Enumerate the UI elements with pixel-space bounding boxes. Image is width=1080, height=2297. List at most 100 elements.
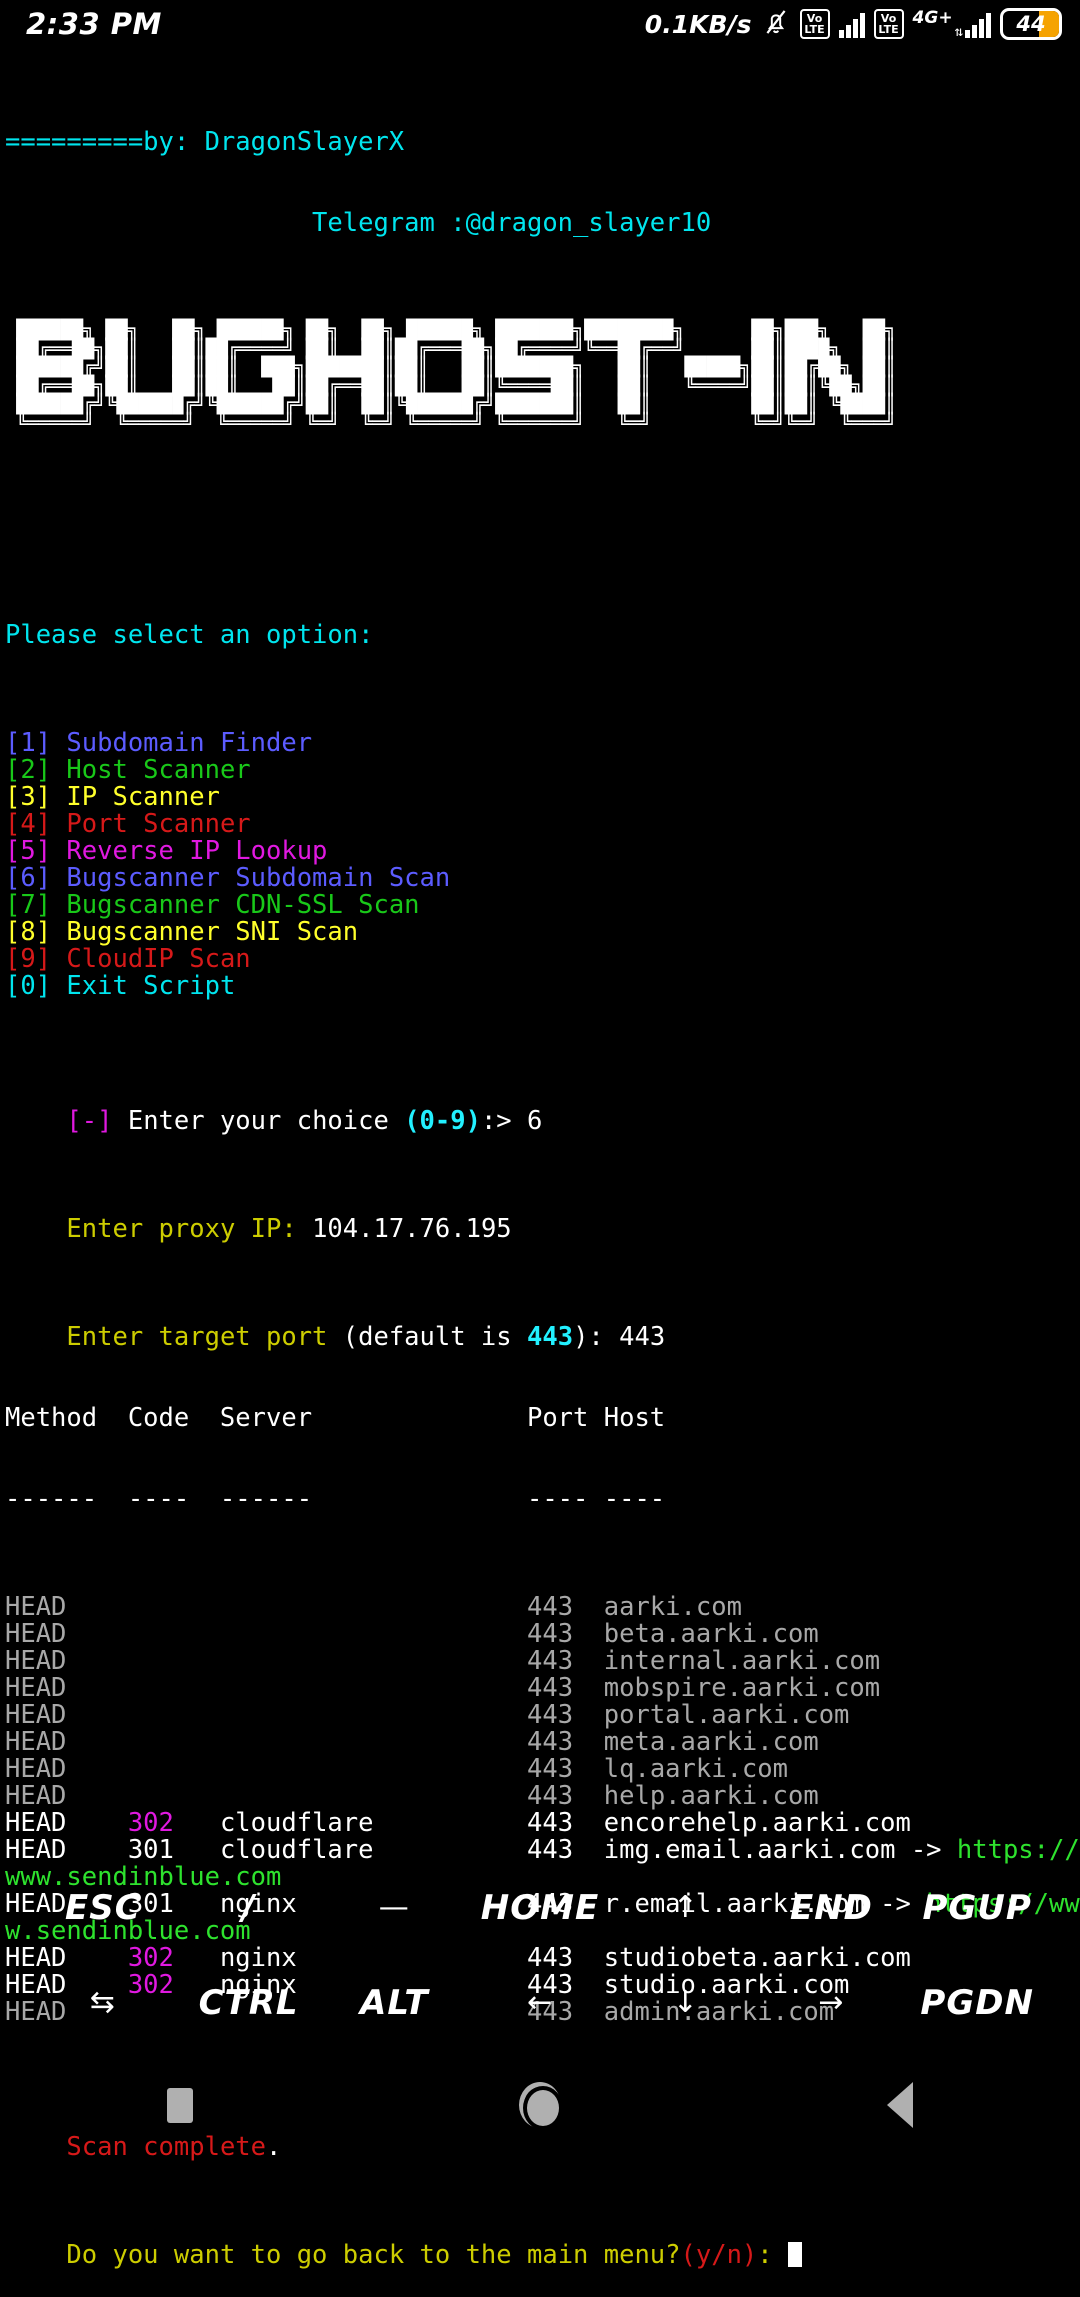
key-slash[interactable]: /	[176, 1888, 322, 1928]
menu-option-label: Bugscanner CDN-SSL Scan	[51, 890, 419, 920]
menu-option-4[interactable]: [4] Port Scanner	[5, 811, 1080, 838]
menu-option-key: [1]	[5, 728, 51, 758]
battery-indicator: 44	[1000, 8, 1062, 40]
status-bar: 2:33 PM 0.1KB/s VoLTE VoLTE VoLTE 4G+ ⇅ …	[0, 0, 1080, 48]
row-method: HEAD	[5, 1619, 128, 1649]
data-arrows-icon: ⇅	[955, 26, 963, 38]
key-down[interactable]: ↓	[613, 1985, 759, 2020]
recents-button[interactable]	[2, 2088, 358, 2123]
row-method: HEAD	[5, 1781, 128, 1811]
home-circle-icon[interactable]	[519, 2082, 561, 2128]
key-right[interactable]: →	[759, 1985, 905, 2020]
key-alt[interactable]: ALT	[321, 1983, 467, 2023]
row-method: HEAD	[5, 1700, 128, 1730]
menu-option-6[interactable]: [6] Bugscanner Subdomain Scan	[5, 865, 1080, 892]
extra-keys-row-1[interactable]: ESC/—HOME↑ENDPGUP	[0, 1860, 1080, 1955]
menu-option-label: Exit Script	[51, 971, 235, 1001]
menu-option-9[interactable]: [9] CloudIP Scan	[5, 946, 1080, 973]
menu-option-label: Bugscanner SNI Scan	[51, 917, 358, 947]
recents-square-icon[interactable]	[167, 2088, 193, 2123]
key-ctrl[interactable]: CTRL	[176, 1983, 322, 2023]
terminal-output[interactable]: =========by: DragonSlayerX Telegram :@dr…	[0, 48, 1080, 1818]
table-row: HEAD 443 mobspire.aarki.com	[5, 1675, 1080, 1702]
row-method: HEAD	[5, 1673, 128, 1703]
row-code: 302	[128, 1808, 220, 1838]
bell-muted-icon	[761, 6, 791, 42]
signal-bars-icon-1	[839, 10, 865, 38]
table-rule-row: ------ ---- ------ ---- ----	[5, 1486, 1080, 1513]
row-code	[128, 1646, 220, 1676]
volte-icon-2: VoLTE	[874, 9, 904, 39]
menu-option-2[interactable]: [2] Host Scanner	[5, 757, 1080, 784]
terminal-extra-keys-bar[interactable]: ESC/—HOME↑ENDPGUP ⇆CTRLALT←↓→PGDN	[0, 1860, 1080, 2050]
menu-option-label: CloudIP Scan	[51, 944, 251, 974]
back-button[interactable]	[722, 2082, 1078, 2128]
row-method: HEAD	[5, 1808, 128, 1838]
menu-option-key: [6]	[5, 863, 51, 893]
volte-icon-1: VoLTE VoLTE	[800, 9, 830, 39]
target-port-line: Enter target port (default is 443): 443	[5, 1297, 1080, 1324]
menu-option-8[interactable]: [8] Bugscanner SNI Scan	[5, 919, 1080, 946]
row-host: encorehelp.aarki.com	[604, 1808, 911, 1838]
extra-keys-row-2[interactable]: ⇆CTRLALT←↓→PGDN	[0, 1955, 1080, 2050]
menu-options-list[interactable]: [1] Subdomain Finder[2] Host Scanner[3] …	[5, 730, 1080, 1000]
choice-value: 6	[527, 1106, 542, 1136]
menu-option-key: [3]	[5, 782, 51, 812]
row-server	[220, 1727, 527, 1757]
ascii-banner: ██████╗ ██╗ ██╗ ██████╗ ██╗ ██╗ ██████╗ …	[5, 322, 1080, 433]
row-host: meta.aarki.com	[604, 1727, 819, 1757]
row-method: HEAD	[5, 1727, 128, 1757]
menu-option-1[interactable]: [1] Subdomain Finder	[5, 730, 1080, 757]
menu-prompt: Please select an option:	[5, 622, 1080, 649]
key-left[interactable]: ←	[467, 1985, 613, 2020]
row-code	[128, 1619, 220, 1649]
menu-option-label: Bugscanner Subdomain Scan	[51, 863, 450, 893]
table-header-row: Method Code Server Port Host	[5, 1405, 1080, 1432]
row-server	[220, 1781, 527, 1811]
row-host: mobspire.aarki.com	[604, 1673, 880, 1703]
table-row: HEAD 443 portal.aarki.com	[5, 1702, 1080, 1729]
row-code	[128, 1592, 220, 1622]
key-end[interactable]: END	[759, 1888, 905, 1928]
menu-option-3[interactable]: [3] IP Scanner	[5, 784, 1080, 811]
row-host: help.aarki.com	[604, 1781, 819, 1811]
key-pgdn[interactable]: PGDN	[904, 1983, 1050, 2023]
row-port: 443	[527, 1619, 604, 1649]
key-up[interactable]: ↑	[613, 1890, 759, 1925]
table-row: HEAD 443 meta.aarki.com	[5, 1729, 1080, 1756]
row-port: 443	[527, 1727, 604, 1757]
status-icons-group: 0.1KB/s VoLTE VoLTE VoLTE 4G+ ⇅ 44	[645, 6, 1062, 42]
menu-option-key: [4]	[5, 809, 51, 839]
row-host: beta.aarki.com	[604, 1619, 819, 1649]
row-method: HEAD	[5, 1754, 128, 1784]
menu-option-label: IP Scanner	[51, 782, 220, 812]
menu-option-0[interactable]: [0] Exit Script	[5, 973, 1080, 1000]
key-esc[interactable]: ESC	[30, 1888, 176, 1928]
row-port: 443	[527, 1754, 604, 1784]
network-type-label: 4G+	[913, 10, 953, 26]
row-port: 443	[527, 1700, 604, 1730]
row-code	[128, 1673, 220, 1703]
row-host: aarki.com	[604, 1592, 742, 1622]
menu-option-5[interactable]: [5] Reverse IP Lookup	[5, 838, 1080, 865]
key-pgup[interactable]: PGUP	[904, 1888, 1050, 1928]
menu-option-label: Subdomain Finder	[51, 728, 312, 758]
key-tab[interactable]: ⇆	[30, 1985, 176, 2020]
home-button[interactable]	[362, 2082, 718, 2128]
menu-option-key: [0]	[5, 971, 51, 1001]
text-cursor	[788, 2242, 802, 2267]
row-code	[128, 1727, 220, 1757]
android-navigation-bar[interactable]	[0, 2050, 1080, 2160]
menu-option-7[interactable]: [7] Bugscanner CDN-SSL Scan	[5, 892, 1080, 919]
row-method: HEAD	[5, 1646, 128, 1676]
row-server	[220, 1673, 527, 1703]
credit-line: =========by: DragonSlayerX	[5, 129, 1080, 156]
key-dash[interactable]: —	[321, 1890, 467, 1925]
row-server	[220, 1754, 527, 1784]
key-home[interactable]: HOME	[467, 1888, 613, 1928]
row-code	[128, 1700, 220, 1730]
back-triangle-icon[interactable]	[887, 2082, 913, 2128]
table-row: HEAD 443 help.aarki.com	[5, 1783, 1080, 1810]
table-row: HEAD 443 beta.aarki.com	[5, 1621, 1080, 1648]
row-port: 443	[527, 1808, 604, 1838]
